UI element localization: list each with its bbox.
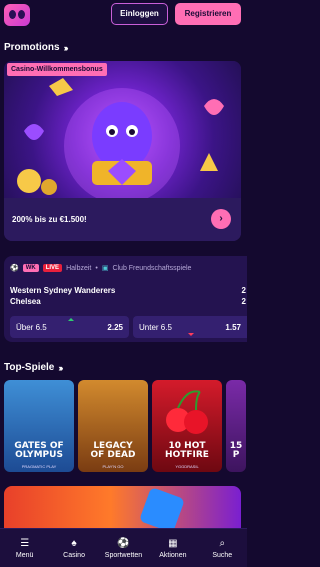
team-score: 2 (241, 286, 246, 295)
arrow-right-icon[interactable]: › (211, 209, 231, 229)
odds-value: 1.57 (225, 322, 241, 332)
cherry-icon (166, 390, 208, 434)
register-button[interactable]: Registrieren (175, 3, 241, 25)
game-name: LEGACY OF DEAD (90, 441, 136, 460)
search-icon: ⌕ (219, 537, 226, 549)
nav-label: Aktionen (159, 551, 187, 559)
game-tile[interactable]: LEGACY OF DEAD PLAY'N GO (78, 380, 148, 472)
promo-footer: 200% bis zu €1.500! › (4, 198, 241, 241)
team-row: Chelsea 2 (10, 296, 246, 307)
odds-label: Unter 6.5 (139, 322, 172, 332)
nav-item-suche[interactable]: ⌕ Suche (199, 538, 245, 559)
dot-separator: • (95, 264, 98, 272)
competition-icon: ▣ (101, 265, 109, 272)
brand-logo[interactable] (4, 4, 30, 26)
promo-text: 200% bis zu €1.500! (12, 215, 87, 224)
top-games-title: Top-Spiele (4, 362, 55, 373)
promotions-header[interactable]: Promotions ››› (4, 42, 69, 53)
promotions-title: Promotions (4, 42, 60, 53)
match-meta: ⚽ WK LIVE Halbzeit • ▣ Club Freundschaft… (10, 264, 191, 272)
live-match-card[interactable]: ⚽ WK LIVE Halbzeit • ▣ Club Freundschaft… (4, 256, 247, 342)
nav-item-casino[interactable]: ♠ Casino (51, 538, 97, 559)
spade-mascot-illustration (17, 78, 224, 204)
menu-icon: ☰ (20, 537, 30, 549)
top-games-header[interactable]: Top-Spiele ››› (4, 362, 63, 373)
nav-label: Menü (15, 551, 34, 559)
odds-down-icon (188, 333, 194, 336)
nav-label: Suche (212, 551, 233, 559)
game-tile[interactable]: 10 HOT HOTFIRE YGGDRASIL (152, 380, 222, 472)
game-provider: PLAY'N GO (102, 464, 124, 469)
odds-up-icon (68, 318, 74, 321)
header: Einloggen Registrieren (0, 0, 247, 30)
football-icon: ⚽ (10, 265, 19, 272)
casino-icon: ♠ (71, 537, 77, 549)
promo-tag: Casino-Willkommensbonus (7, 63, 107, 76)
gift-icon: ▦ (168, 537, 178, 549)
nav-label: Casino (63, 551, 85, 559)
team-name: Western Sydney Wanderers (10, 286, 116, 295)
logo-eye-right (18, 10, 25, 19)
odds-over-button[interactable]: Über 6.5 2.25 (10, 316, 129, 338)
game-name: 10 HOT HOTFIRE (165, 441, 209, 460)
logo-eye-left (9, 10, 16, 19)
game-provider: PRAGMATIC PLAY (21, 464, 57, 469)
game-name: 15 P (229, 441, 243, 460)
game-tile[interactable]: 15 P (226, 380, 246, 472)
games-carousel: GATES OF OLYMPUS PRAGMATIC PLAY LEGACY OF … (4, 380, 246, 472)
double-chevron-right-icon: ››› (58, 362, 63, 373)
nav-item-menu[interactable]: ☰ Menü (2, 538, 48, 559)
odds-label: Über 6.5 (16, 322, 47, 332)
live-badge: LIVE (42, 264, 63, 272)
odds-value: 2.25 (107, 322, 123, 332)
match-status: Halbzeit (66, 264, 92, 272)
double-chevron-right-icon: ››› (63, 42, 69, 53)
team-score: 2 (241, 297, 246, 306)
promo-artwork: Casino-Willkommensbonus (4, 61, 241, 204)
odds-under-button[interactable]: Unter 6.5 1.57 (133, 316, 247, 338)
team-name: Chelsea (10, 297, 41, 306)
game-provider: YGGDRASIL (175, 464, 199, 469)
promo-card[interactable]: Casino-Willkommensbonus 200% bis zu €1.5… (4, 61, 241, 241)
team-row: Western Sydney Wanderers 2 (10, 285, 246, 296)
login-button[interactable]: Einloggen (111, 3, 168, 25)
teams: Western Sydney Wanderers 2 Chelsea 2 (10, 285, 246, 307)
game-name: GATES OF OLYMPUS (14, 441, 64, 460)
dice-illustration (138, 486, 186, 534)
nav-item-sportwetten[interactable]: ⚽ Sportwetten (100, 538, 146, 559)
wk-badge: WK (22, 264, 39, 272)
nav-label: Sportwetten (104, 551, 143, 559)
game-tile[interactable]: GATES OF OLYMPUS PRAGMATIC PLAY (4, 380, 74, 472)
football-icon: ⚽ (117, 537, 130, 549)
bottom-nav: ☰ Menü ♠ Casino ⚽ Sportwetten ▦ Aktionen… (0, 528, 247, 567)
competition-name: Club Freundschaftsspiele (112, 264, 192, 272)
nav-item-aktionen[interactable]: ▦ Aktionen (150, 538, 196, 559)
